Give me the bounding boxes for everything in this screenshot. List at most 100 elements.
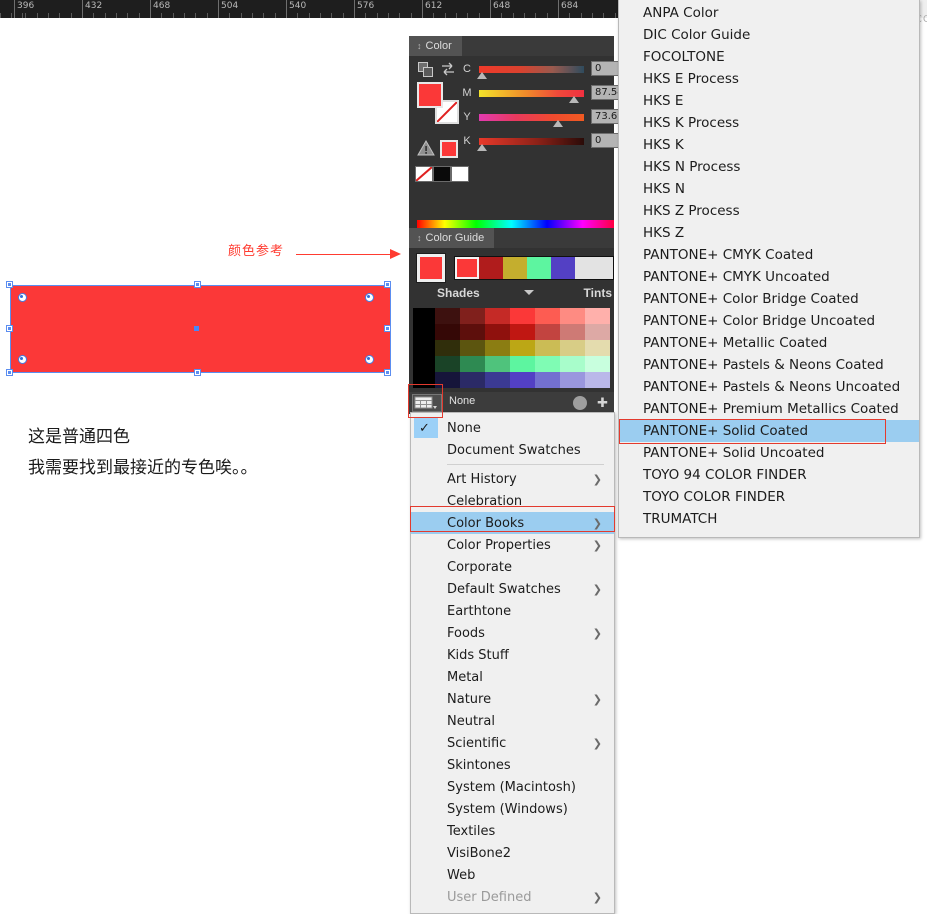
channel-track-c[interactable]	[479, 66, 584, 73]
menu-item-kids-stuff[interactable]: Kids Stuff	[411, 644, 614, 666]
submenu-item-pantone-pastels-neons-uncoated[interactable]: PANTONE+ Pastels & Neons Uncoated	[619, 376, 919, 398]
corner-widget-bottom-left[interactable]	[18, 355, 27, 364]
menu-item-color-books[interactable]: Color Books ❯	[411, 512, 614, 534]
handle-middle-left[interactable]	[6, 325, 13, 332]
shade-cell[interactable]	[535, 372, 560, 388]
shade-cell[interactable]	[585, 324, 610, 340]
shade-cell[interactable]	[510, 356, 535, 372]
swap-fill-stroke-icon[interactable]	[440, 62, 456, 76]
color-guide-harmony-strip[interactable]	[454, 256, 614, 280]
handle-bottom-right[interactable]	[384, 369, 391, 376]
shade-cell[interactable]	[585, 356, 610, 372]
shade-cell[interactable]	[460, 372, 485, 388]
edit-colors-icon[interactable]	[573, 396, 587, 410]
submenu-item-hks-k[interactable]: HKS K	[619, 134, 919, 156]
shade-cell[interactable]	[413, 324, 435, 340]
menu-item-celebration[interactable]: Celebration	[411, 490, 614, 512]
menu-item-art-history[interactable]: Art History ❯	[411, 468, 614, 490]
out-of-gamut-suggested-swatch[interactable]	[440, 140, 458, 158]
handle-top-left[interactable]	[6, 281, 13, 288]
shade-cell[interactable]	[585, 372, 610, 388]
handle-bottom-left[interactable]	[6, 369, 13, 376]
shade-cell[interactable]	[435, 356, 460, 372]
handle-top-right[interactable]	[384, 281, 391, 288]
shade-cell[interactable]	[485, 372, 510, 388]
submenu-item-pantone-color-bridge-uncoated[interactable]: PANTONE+ Color Bridge Uncoated	[619, 310, 919, 332]
submenu-item-toyo-color-finder[interactable]: TOYO COLOR FINDER	[619, 486, 919, 508]
handle-top-center[interactable]	[194, 281, 201, 288]
swatch-black-button[interactable]	[433, 166, 451, 182]
shade-cell[interactable]	[413, 340, 435, 356]
harmony-swatch[interactable]	[479, 257, 503, 279]
harmony-swatch[interactable]	[454, 256, 480, 280]
shade-cell[interactable]	[535, 340, 560, 356]
submenu-item-hks-n[interactable]: HKS N	[619, 178, 919, 200]
submenu-item-hks-z[interactable]: HKS Z	[619, 222, 919, 244]
shade-cell[interactable]	[413, 308, 435, 324]
tab-color-guide[interactable]: ↕ Color Guide	[409, 228, 495, 248]
shade-cell[interactable]	[413, 356, 435, 372]
submenu-item-pantone-cmyk-uncoated[interactable]: PANTONE+ CMYK Uncoated	[619, 266, 919, 288]
submenu-item-pantone-pastels-neons-coated[interactable]: PANTONE+ Pastels & Neons Coated	[619, 354, 919, 376]
shade-cell[interactable]	[510, 308, 535, 324]
handle-bottom-center[interactable]	[194, 369, 201, 376]
shade-cell[interactable]	[535, 308, 560, 324]
harmony-swatch[interactable]	[551, 257, 575, 279]
submenu-item-pantone-solid-coated[interactable]: PANTONE+ Solid Coated	[619, 420, 919, 442]
submenu-item-hks-e[interactable]: HKS E	[619, 90, 919, 112]
out-of-gamut-warning-icon[interactable]	[417, 139, 435, 156]
menu-item-neutral[interactable]: Neutral	[411, 710, 614, 732]
fill-stroke-toggle-icon[interactable]	[418, 62, 434, 78]
channel-thumb-k[interactable]	[477, 144, 487, 151]
shade-cell[interactable]	[510, 324, 535, 340]
menu-item-visibone2[interactable]: VisiBone2	[411, 842, 614, 864]
shade-cell[interactable]	[485, 356, 510, 372]
corner-widget-top-left[interactable]	[18, 293, 27, 302]
submenu-item-pantone-solid-uncoated[interactable]: PANTONE+ Solid Uncoated	[619, 442, 919, 464]
submenu-item-hks-k-process[interactable]: HKS K Process	[619, 112, 919, 134]
channel-thumb-c[interactable]	[477, 72, 487, 79]
submenu-item-trumatch[interactable]: TRUMATCH	[619, 508, 919, 530]
shade-cell[interactable]	[585, 308, 610, 324]
menu-item-web[interactable]: Web	[411, 864, 614, 886]
channel-track-k[interactable]	[479, 138, 584, 145]
color-books-submenu[interactable]: ANPA Color DIC Color Guide FOCOLTONE HKS E …	[618, 0, 920, 538]
menu-item-none[interactable]: ✓ None	[411, 417, 614, 439]
harmony-swatch[interactable]	[527, 257, 551, 279]
fill-color-box[interactable]	[417, 82, 443, 108]
submenu-item-focoltone[interactable]: FOCOLTONE	[619, 46, 919, 68]
channel-track-y[interactable]	[479, 114, 584, 121]
shade-cell[interactable]	[585, 340, 610, 356]
menu-item-metal[interactable]: Metal	[411, 666, 614, 688]
menu-item-scientific[interactable]: Scientific ❯	[411, 732, 614, 754]
channel-thumb-m[interactable]	[569, 96, 579, 103]
shade-cell[interactable]	[510, 372, 535, 388]
submenu-item-hks-e-process[interactable]: HKS E Process	[619, 68, 919, 90]
shade-cell[interactable]	[485, 324, 510, 340]
shade-cell[interactable]	[560, 356, 585, 372]
menu-item-skintones[interactable]: Skintones	[411, 754, 614, 776]
handle-middle-right[interactable]	[384, 325, 391, 332]
submenu-item-pantone-color-bridge-coated[interactable]: PANTONE+ Color Bridge Coated	[619, 288, 919, 310]
menu-item-earthtone[interactable]: Earthtone	[411, 600, 614, 622]
swatch-none-button[interactable]	[415, 166, 433, 182]
shade-cell[interactable]	[435, 324, 460, 340]
shade-cell[interactable]	[460, 324, 485, 340]
shade-cell[interactable]	[560, 372, 585, 388]
shade-cell[interactable]	[485, 340, 510, 356]
shade-cell[interactable]	[435, 308, 460, 324]
chevron-down-icon[interactable]	[524, 290, 534, 295]
submenu-item-dic-color-guide[interactable]: DIC Color Guide	[619, 24, 919, 46]
color-guide-base-swatch[interactable]	[416, 253, 446, 283]
shade-cell[interactable]	[510, 340, 535, 356]
menu-item-nature[interactable]: Nature ❯	[411, 688, 614, 710]
menu-item-user-defined[interactable]: User Defined ❯	[411, 886, 614, 908]
menu-item-textiles[interactable]: Textiles	[411, 820, 614, 842]
menu-item-system-windows[interactable]: System (Windows)	[411, 798, 614, 820]
shade-cell[interactable]	[560, 308, 585, 324]
swatch-libraries-menu[interactable]: ✓ None Document Swatches Art History ❯ Celebr…	[410, 412, 615, 914]
shade-cell[interactable]	[460, 308, 485, 324]
tab-color[interactable]: ↕ Color	[409, 36, 462, 56]
submenu-item-pantone-cmyk-coated[interactable]: PANTONE+ CMYK Coated	[619, 244, 919, 266]
shade-cell[interactable]	[460, 356, 485, 372]
